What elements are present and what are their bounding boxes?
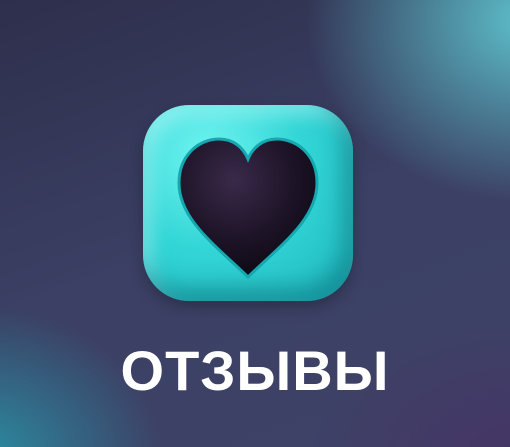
title: ОТЗЫВЫ [120, 339, 390, 402]
heart-icon [177, 137, 319, 280]
heart-tile-icon [143, 105, 353, 301]
